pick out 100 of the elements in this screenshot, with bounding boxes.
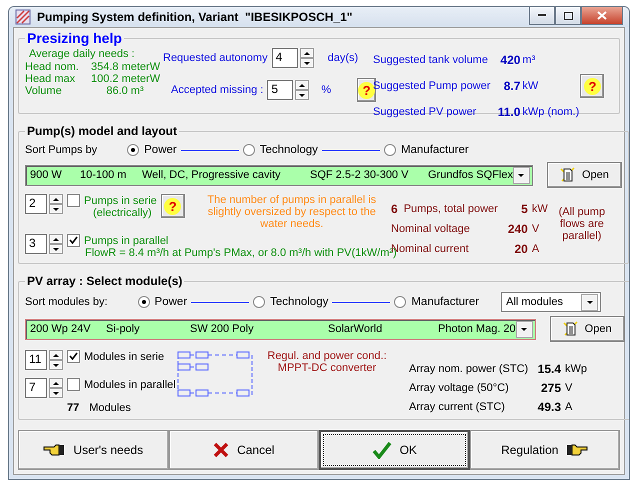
document-icon: [560, 167, 576, 183]
need-value: 354.8 meterW: [91, 61, 162, 73]
array-stat-value: 49.3: [536, 400, 561, 414]
need-label: Head nom.: [25, 61, 80, 73]
stat-label: Pumps, total power: [404, 203, 498, 215]
sort-label: Sort modules by:: [25, 296, 108, 308]
suggested-label: Suggested tank volume: [373, 54, 489, 66]
unit-label: kW: [532, 203, 549, 215]
checkbox[interactable]: Pumps in parallel: [67, 234, 168, 247]
spin-down-button[interactable]: [49, 360, 63, 370]
suggested-value: 11.0: [496, 105, 520, 119]
spin-up-button[interactable]: [49, 378, 63, 388]
sort-radio[interactable]: Technology: [242, 144, 318, 156]
spin-field[interactable]: 5: [267, 80, 294, 100]
check-icon: [372, 441, 392, 459]
array-stat-label: Array voltage (50°C): [409, 382, 510, 394]
unit-label: kW: [522, 80, 540, 92]
module-dropdown[interactable]: 200 Wp 24V Si-poly SW 200 Poly SolarWorld Photon Mag. 20: [25, 318, 536, 340]
unit-label: %: [321, 84, 332, 96]
open-button[interactable]: Open: [550, 316, 625, 342]
spin-down-button[interactable]: [49, 244, 63, 254]
open-button[interactable]: Open: [546, 162, 622, 188]
array-stat-label: Array nom. power (STC): [409, 363, 525, 375]
stat-value: 20: [513, 242, 528, 256]
close-icon: [597, 11, 607, 20]
maximize-button[interactable]: [555, 7, 581, 25]
spin-up-button[interactable]: [295, 80, 310, 90]
stat-label: Nominal voltage: [391, 223, 471, 235]
module-dropdown[interactable]: 900 W 10-100 m Well, DC, Progressive cavity SQF 2.5-2 30-300 V Grundfos SQFlex: [25, 164, 533, 186]
tick-icon: [69, 236, 78, 245]
stat-value: 240: [506, 222, 528, 236]
regulation-text: MPPT-DC converter: [278, 362, 376, 374]
app-icon: [15, 9, 31, 25]
pointing-hand-icon: [43, 443, 66, 457]
stat-value: 5: [520, 202, 528, 216]
pump-count: 6: [391, 202, 398, 216]
spin-up-button[interactable]: [300, 48, 314, 58]
minimize-button[interactable]: [529, 7, 555, 25]
warning-text: The number of pumps in parallel is slightly oversized by respect to the water needs.: [206, 194, 378, 230]
missing-label: Accepted missing :: [171, 84, 264, 96]
dialog-button[interactable]: Cancel: [168, 430, 319, 470]
needs-label: Average daily needs :: [29, 48, 136, 60]
filter-dropdown[interactable]: All modules: [501, 292, 602, 312]
unit-label: V: [532, 223, 540, 235]
sort-radio[interactable]: Technology: [253, 296, 328, 308]
spin-up-button[interactable]: [49, 350, 63, 360]
regulation-text: Regul. and power cond.:: [267, 350, 387, 362]
cross-icon: [213, 442, 230, 458]
spin-up-button[interactable]: [49, 194, 63, 204]
spin-field[interactable]: 3: [25, 234, 47, 254]
help-button[interactable]: ?: [160, 194, 185, 218]
window-title: Pumping System definition, Variant "IBESIKPOSCH_1": [37, 10, 354, 24]
unit-label: m³: [522, 54, 536, 66]
dialog-button[interactable]: User's needs: [18, 430, 168, 470]
unit-label: V: [565, 382, 574, 394]
group-title: Presizing help: [26, 30, 123, 46]
serie-note: (electrically): [93, 207, 153, 219]
pump-note: (All pump flows are parallel): [558, 206, 606, 242]
autonomy-label: Requested autonomy: [163, 52, 268, 64]
checkbox[interactable]: Pumps in serie: [67, 194, 157, 207]
spin-down-button[interactable]: [300, 58, 314, 68]
spin-up-button[interactable]: [49, 234, 63, 244]
help-button[interactable]: ?: [580, 74, 604, 98]
spin-down-button[interactable]: [49, 388, 63, 398]
unit-label: kWp (nom.): [522, 106, 578, 118]
need-label: Volume: [25, 85, 63, 97]
maximize-icon: [564, 12, 572, 20]
tick-icon: [69, 352, 78, 361]
suggested-label: Suggested PV power: [373, 106, 478, 118]
unit-label: A: [532, 243, 540, 255]
group-title: Pump(s) model and layout: [26, 124, 178, 138]
sort-radio[interactable]: Power: [127, 144, 177, 156]
spin-field[interactable]: 7: [25, 378, 47, 398]
unit-label: A: [565, 401, 574, 413]
spin-down-button[interactable]: [49, 204, 63, 214]
unit-label: kWp: [565, 363, 588, 375]
module-count-label: Modules: [89, 402, 131, 414]
spin-down-button[interactable]: [295, 90, 310, 100]
sort-radio[interactable]: Manufacturer: [384, 144, 469, 156]
array-stat-value: 275: [540, 381, 561, 395]
array-stat-label: Array current (STC): [409, 401, 506, 413]
need-value: 100.2 meterW: [91, 73, 162, 85]
checkbox[interactable]: Modules in serie: [67, 350, 164, 363]
suggested-value: 8.7: [502, 79, 520, 93]
sort-radio[interactable]: Power: [138, 296, 188, 308]
document-icon: [562, 321, 579, 337]
dialog-button[interactable]: Regulation: [470, 430, 620, 470]
module-count: 77: [67, 402, 80, 414]
need-value: 86.0 m³: [105, 85, 145, 97]
close-button[interactable]: [581, 7, 623, 25]
sort-label: Sort Pumps by: [25, 144, 98, 156]
suggested-value: 420: [499, 53, 520, 67]
dialog-button[interactable]: OK: [319, 430, 470, 470]
checkbox[interactable]: Modules in parallel: [67, 378, 176, 391]
spin-field[interactable]: 4: [272, 48, 298, 68]
array-stat-value: 15.4: [536, 362, 561, 376]
need-label: Head max: [25, 73, 76, 85]
spin-field[interactable]: 2: [25, 194, 47, 214]
spin-field[interactable]: 11: [25, 350, 47, 370]
sort-radio[interactable]: Manufacturer: [394, 296, 480, 308]
